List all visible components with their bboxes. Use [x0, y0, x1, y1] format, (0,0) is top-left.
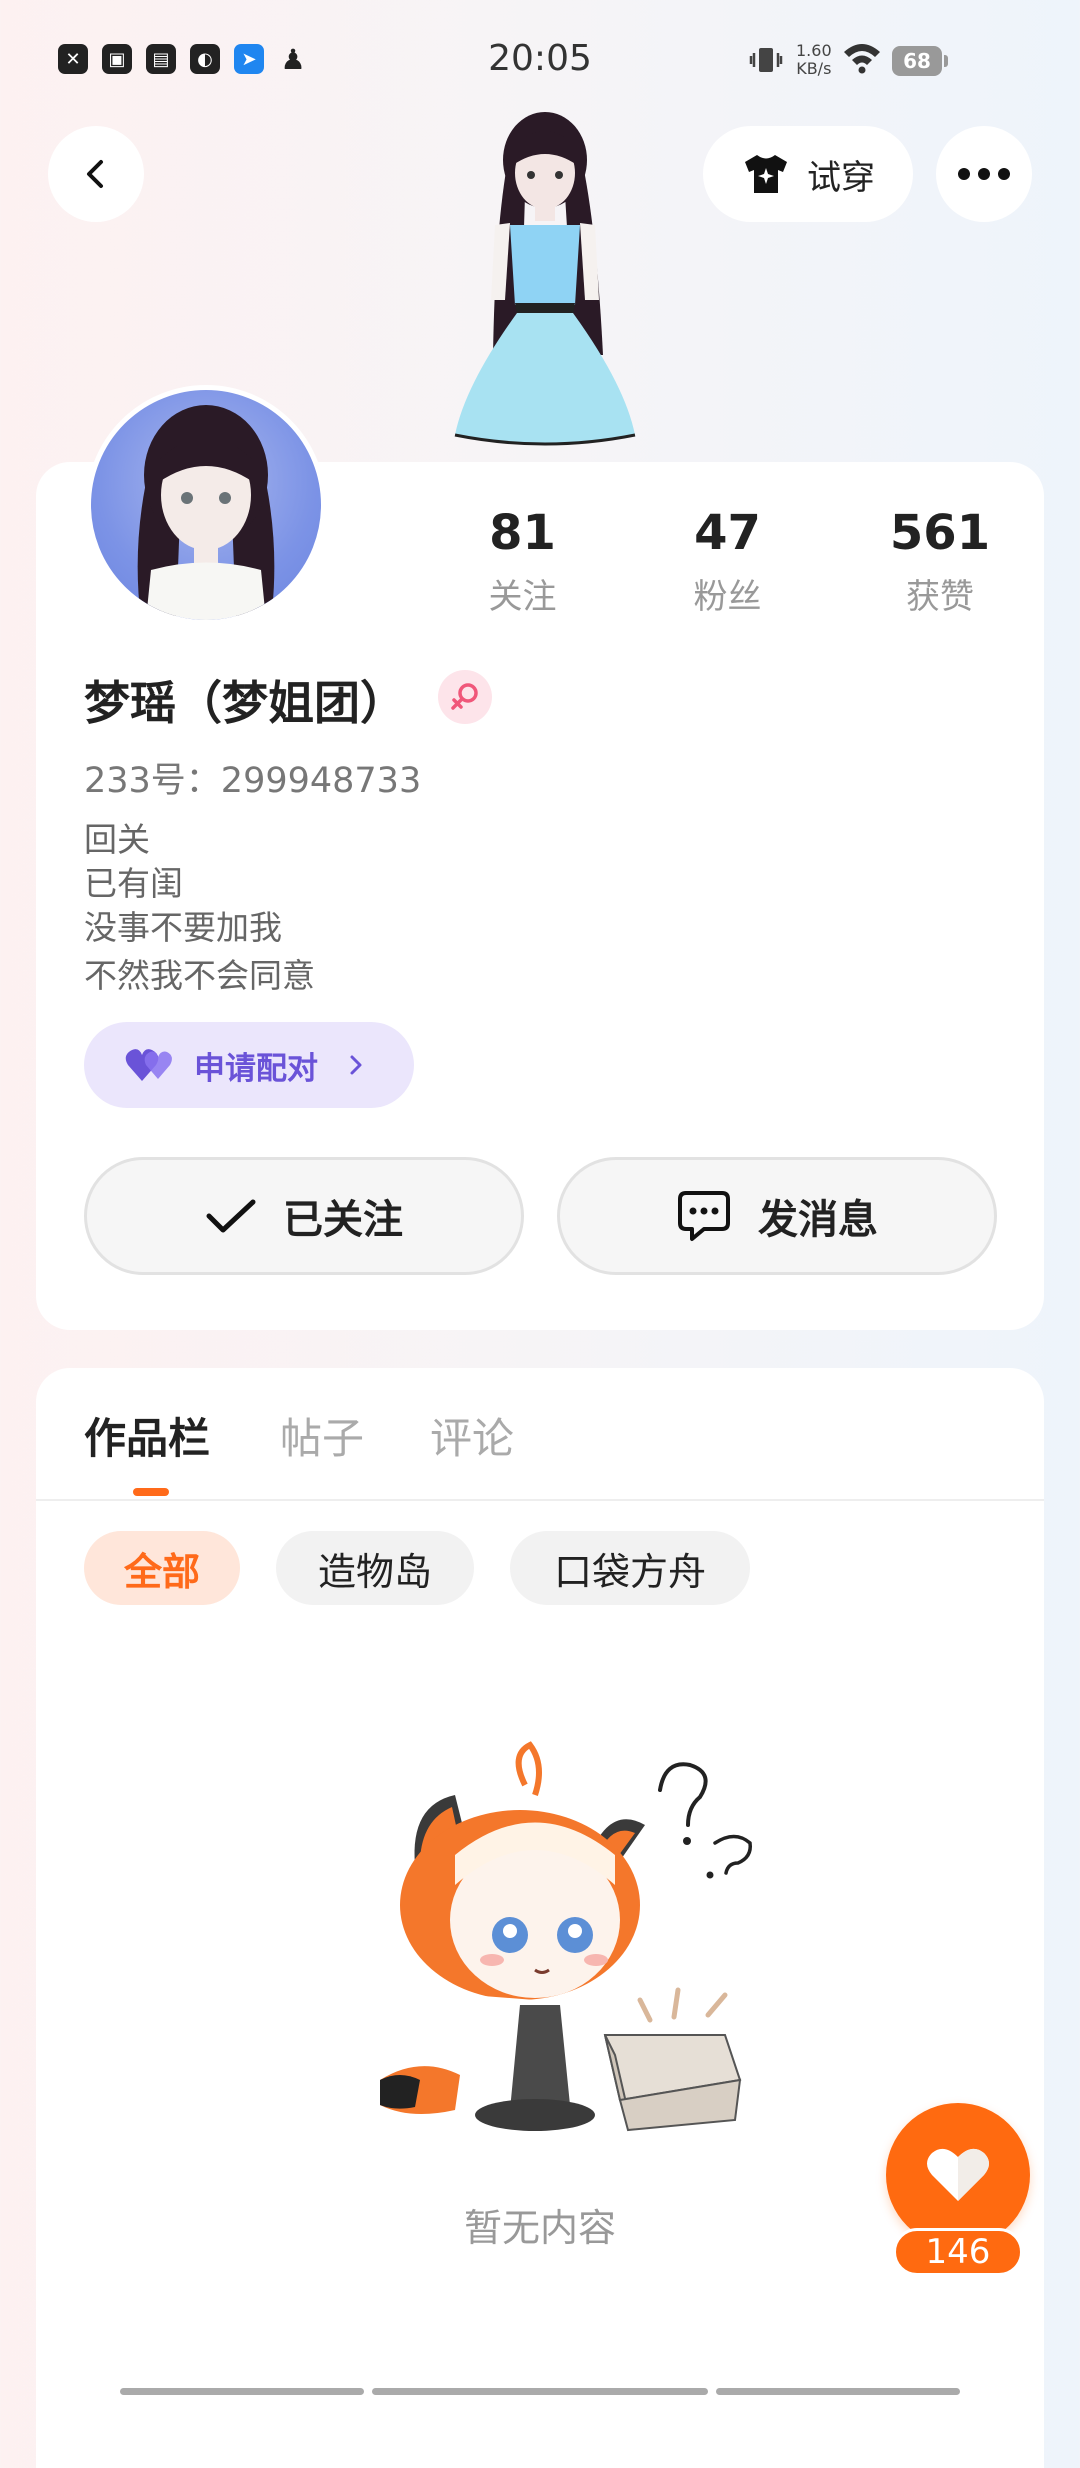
chat-bubble-icon: [678, 1191, 730, 1241]
like-count: 146: [893, 2228, 1023, 2276]
page-indicator-segment: [120, 2388, 364, 2395]
tab-posts[interactable]: 帖子: [280, 1405, 364, 1466]
following-label: 关注: [488, 577, 557, 617]
apply-pair-label: 申请配对: [194, 1050, 318, 1087]
followers-count: 47: [694, 505, 761, 561]
filter-ark-chip[interactable]: 口袋方舟: [510, 1531, 750, 1605]
page-indicator-segment: [372, 2388, 708, 2395]
stat-followers[interactable]: 47 粉丝: [600, 505, 855, 618]
avatar-image: [137, 405, 275, 620]
tab-divider: [36, 1499, 1044, 1501]
bio-line: 已有闺: [84, 864, 183, 903]
character-model[interactable]: [425, 105, 665, 465]
followers-label: 粉丝: [693, 577, 762, 617]
try-on-label: 试穿: [807, 157, 875, 198]
more-button[interactable]: [936, 126, 1032, 222]
bio-line: 回关: [84, 820, 150, 859]
net-speed-unit: KB/s: [796, 59, 832, 78]
vibrate-icon: [748, 42, 784, 82]
followed-button[interactable]: 已关注: [84, 1157, 524, 1275]
stat-likes[interactable]: 561 获赞: [855, 505, 1025, 618]
profile-stats: 81 关注 47 粉丝 561 获赞: [445, 505, 1025, 618]
more-dots-icon: [958, 168, 1010, 180]
send-message-button[interactable]: 发消息: [557, 1157, 997, 1275]
empty-state-illustration: [360, 1735, 760, 2135]
bio-line: 不然我不会同意: [84, 956, 315, 995]
followed-label: 已关注: [283, 1197, 403, 1243]
heart-icon: [927, 2148, 989, 2201]
chevron-right-icon: [350, 1055, 362, 1075]
like-button[interactable]: [886, 2103, 1030, 2247]
active-tab-indicator: [133, 1488, 169, 1496]
send-message-label: 发消息: [758, 1197, 878, 1243]
avatar[interactable]: [86, 385, 326, 625]
try-on-button[interactable]: 试穿: [703, 126, 913, 222]
net-speed-value: 1.60: [796, 41, 832, 60]
bio-line: 没事不要加我: [84, 908, 282, 947]
likes-count: 561: [889, 505, 991, 561]
tab-works[interactable]: 作品栏: [84, 1405, 210, 1466]
bio: 回关 已有闺 没事不要加我 不然我不会同意: [84, 818, 315, 998]
network-speed: 1.60 KB/s: [796, 42, 832, 78]
double-heart-icon: [125, 1049, 172, 1081]
following-count: 81: [489, 505, 556, 561]
chevron-left-icon: [87, 160, 103, 188]
tab-comments[interactable]: 评论: [430, 1405, 514, 1466]
battery-indicator: 68: [892, 46, 948, 76]
likes-label: 获赞: [906, 577, 974, 617]
character-figure-image: [454, 112, 636, 446]
check-icon: [206, 1199, 256, 1233]
filter-all-chip[interactable]: 全部: [84, 1531, 240, 1605]
back-button[interactable]: [48, 126, 144, 222]
apply-pair-button[interactable]: 申请配对: [84, 1022, 414, 1108]
female-gender-icon: [438, 670, 492, 724]
wifi-icon: [842, 42, 882, 78]
filter-island-chip[interactable]: 造物岛: [276, 1531, 474, 1605]
user-id: 233号：299948733: [84, 761, 422, 801]
page-indicator-segment: [716, 2388, 960, 2395]
username: 梦瑶（梦姐团）: [84, 676, 406, 730]
stat-following[interactable]: 81 关注: [445, 505, 600, 618]
tshirt-icon: [745, 155, 787, 193]
